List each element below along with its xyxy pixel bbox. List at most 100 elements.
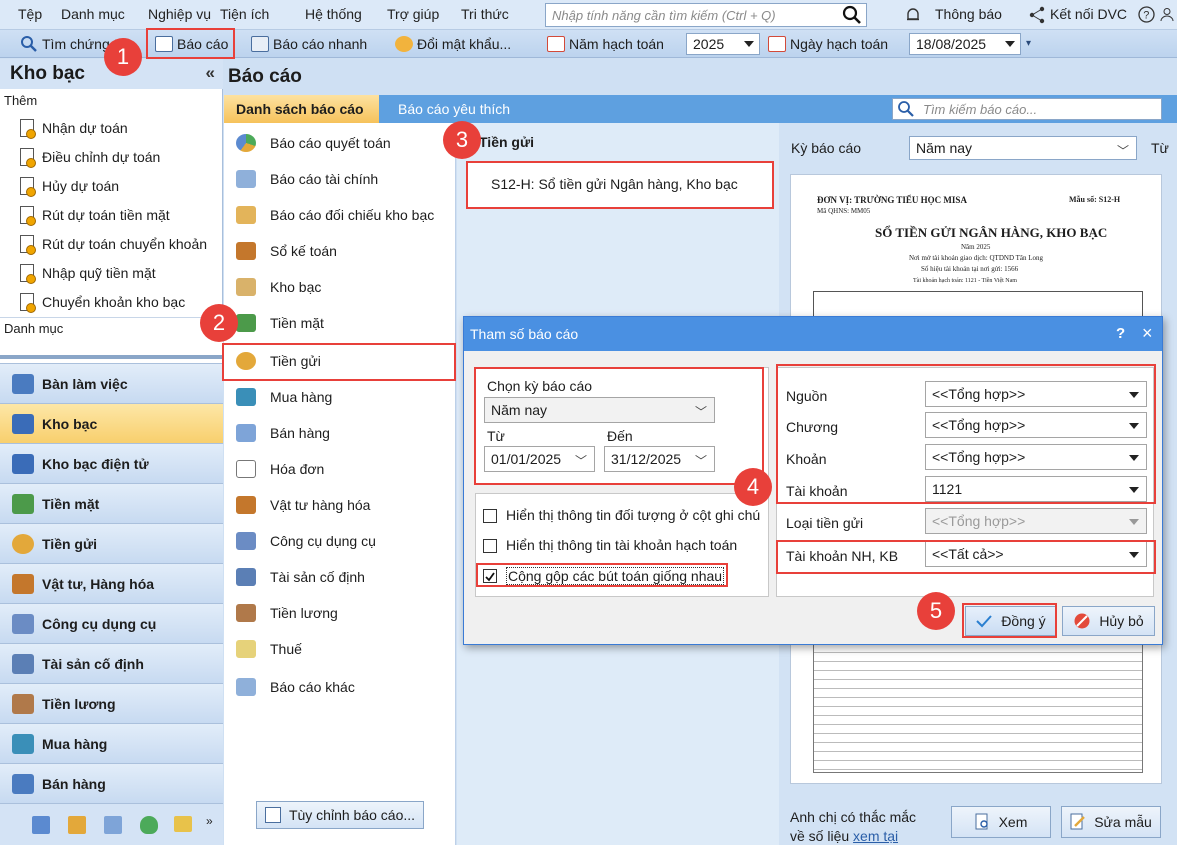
step-badge-3: 3 bbox=[443, 121, 481, 159]
report-group-other[interactable]: Báo cáo khác bbox=[236, 676, 355, 698]
report-group-label: Kho bạc bbox=[270, 279, 322, 295]
quick-report-button[interactable]: Báo cáo nhanh bbox=[251, 33, 367, 55]
feature-search-input[interactable]: Nhập tính năng cần tìm kiếm (Ctrl + Q) bbox=[545, 3, 867, 27]
report-group-tools[interactable]: Công cụ dụng cụ bbox=[236, 530, 376, 552]
highlight-merge-checkbox bbox=[476, 563, 728, 587]
nav-treasury[interactable]: Kho bạc bbox=[0, 403, 223, 443]
tab-favorite-reports[interactable]: Báo cáo yêu thích bbox=[386, 95, 522, 123]
menu-operations[interactable]: Nghiệp vụ bbox=[148, 6, 211, 22]
nav-sales[interactable]: Bán hàng bbox=[0, 763, 223, 803]
report-group-cash[interactable]: Tiền mặt bbox=[236, 312, 324, 334]
fiscal-year-value: 2025 bbox=[693, 36, 725, 52]
highlight-deposit-group bbox=[222, 343, 456, 381]
connect-dvc-link[interactable]: Kết nối DVC bbox=[1050, 6, 1127, 22]
invoice-icon[interactable] bbox=[68, 816, 86, 834]
notifications-link[interactable]: Thông báo bbox=[935, 6, 1002, 22]
shield-icon[interactable] bbox=[140, 816, 158, 834]
category-label: Danh mục bbox=[4, 321, 64, 336]
accounting-date-picker[interactable]: 18/08/2025 bbox=[909, 33, 1021, 55]
nav-label: Tiền lương bbox=[42, 695, 116, 712]
cart-icon bbox=[236, 388, 256, 406]
pie-chart-icon bbox=[236, 134, 256, 152]
calculator-icon[interactable] bbox=[32, 816, 50, 834]
quick-item-cancel-estimate[interactable]: Hủy dự toán bbox=[20, 177, 119, 197]
bank-icon bbox=[12, 414, 34, 434]
menu-file[interactable]: Tệp bbox=[18, 6, 42, 22]
quick-item-label: Rút dự toán tiền mặt bbox=[42, 207, 170, 223]
share-network-icon[interactable] bbox=[1028, 6, 1046, 24]
tab-report-list[interactable]: Danh sách báo cáo bbox=[224, 95, 379, 123]
report-group-fixed-assets[interactable]: Tài sản cố định bbox=[236, 566, 365, 588]
menu-knowledge[interactable]: Tri thức bbox=[461, 6, 509, 22]
quick-report-icon bbox=[251, 36, 269, 52]
dialog-help-icon[interactable]: ? bbox=[1116, 325, 1125, 342]
dialog-close-icon[interactable]: × bbox=[1142, 323, 1153, 344]
report-group-sales[interactable]: Bán hàng bbox=[236, 422, 330, 444]
help-link[interactable]: xem tại bbox=[853, 828, 898, 844]
report-group-tax[interactable]: Thuế bbox=[236, 638, 302, 660]
quick-item-label: Nhận dự toán bbox=[42, 120, 128, 136]
report-group-label: Tài sản cố định bbox=[270, 569, 365, 585]
cancel-button-label: Hủy bỏ bbox=[1099, 613, 1144, 629]
more-icon[interactable]: » bbox=[206, 814, 213, 828]
tax-icon bbox=[236, 640, 256, 658]
report-group-purchase[interactable]: Mua hàng bbox=[236, 386, 332, 408]
nav-goods[interactable]: Vật tư, Hàng hóa bbox=[0, 563, 223, 603]
help-circle-icon[interactable]: ? bbox=[1138, 6, 1155, 23]
report-group-goods[interactable]: Vật tư hàng hóa bbox=[236, 494, 370, 516]
mail-icon[interactable] bbox=[174, 816, 192, 832]
edit-icon[interactable] bbox=[104, 816, 122, 834]
report-group-salary[interactable]: Tiền lương bbox=[236, 602, 338, 624]
report-group-treasury[interactable]: Kho bạc bbox=[236, 276, 321, 298]
menu-category[interactable]: Danh mục bbox=[61, 6, 125, 22]
report-group-label: Tiền lương bbox=[270, 605, 338, 621]
quick-item-withdraw-transfer[interactable]: Rút dự toán chuyển khoản bbox=[20, 235, 207, 255]
search-icon[interactable] bbox=[842, 5, 862, 25]
report-group-label: Tiền mặt bbox=[270, 315, 324, 331]
nav-purchase[interactable]: Mua hàng bbox=[0, 723, 223, 763]
nav-tools[interactable]: Công cụ dụng cụ bbox=[0, 603, 223, 643]
report-group-label: Mua hàng bbox=[270, 389, 333, 405]
user-icon[interactable] bbox=[1160, 7, 1174, 21]
report-group-reconcile[interactable]: Báo cáo đối chiếu kho bạc bbox=[236, 204, 434, 226]
cancel-button[interactable]: Hủy bỏ bbox=[1062, 606, 1155, 636]
toolbar-overflow-icon[interactable]: ▾ bbox=[1026, 38, 1036, 52]
quick-item-withdraw-cash[interactable]: Rút dự toán tiền mặt bbox=[20, 206, 170, 226]
report-search-input[interactable]: Tìm kiếm báo cáo... bbox=[892, 98, 1162, 120]
nav-fixed-assets[interactable]: Tài sản cố định bbox=[0, 643, 223, 683]
nav-e-treasury[interactable]: Kho bạc điện tử bbox=[0, 443, 223, 483]
highlight-bank-account bbox=[776, 540, 1156, 574]
collapse-left-icon[interactable]: « bbox=[206, 63, 215, 83]
preview-bank: Nơi mở tài khoản giao dịch: QTDND Tân Lo… bbox=[909, 254, 1044, 262]
checkbox-show-account-label: Hiển thị thông tin tài khoản hạch toán bbox=[506, 537, 738, 553]
dialog-title: Tham số báo cáo bbox=[470, 326, 579, 342]
report-group-invoice[interactable]: Hóa đơn bbox=[236, 458, 324, 480]
magnifier-icon bbox=[21, 36, 37, 52]
checkbox-show-account[interactable] bbox=[483, 539, 497, 553]
calendar-icon bbox=[547, 36, 565, 52]
menu-system[interactable]: Hệ thống bbox=[305, 6, 362, 22]
nav-deposit[interactable]: Tiền gửi bbox=[0, 523, 223, 563]
menu-help[interactable]: Trợ giúp bbox=[387, 6, 439, 22]
bell-icon[interactable] bbox=[905, 7, 921, 23]
view-button[interactable]: Xem bbox=[951, 806, 1051, 838]
edit-template-button[interactable]: Sửa mẫu bbox=[1061, 806, 1161, 838]
customize-report-button[interactable]: Tùy chỉnh báo cáo... bbox=[256, 801, 424, 829]
report-group-financial[interactable]: Báo cáo tài chính bbox=[236, 168, 378, 190]
fiscal-year-select[interactable]: 2025 bbox=[686, 33, 760, 55]
splitter[interactable] bbox=[0, 355, 223, 359]
nav-desk[interactable]: Bàn làm việc bbox=[0, 363, 223, 403]
report-group-ledger[interactable]: Sổ kế toán bbox=[236, 240, 337, 262]
quick-item-treasury-transfer[interactable]: Chuyển khoản kho bạc bbox=[20, 293, 185, 313]
nav-label: Kho bạc bbox=[42, 415, 98, 432]
report-group-settlement[interactable]: Báo cáo quyết toán bbox=[236, 132, 391, 154]
quick-item-cash-in[interactable]: Nhập quỹ tiền mặt bbox=[20, 264, 156, 284]
change-password-button[interactable]: Đổi mật khẩu... bbox=[395, 33, 511, 55]
quick-item-receive-estimate[interactable]: Nhận dự toán bbox=[20, 119, 128, 139]
quick-item-adjust-estimate[interactable]: Điều chỉnh dự toán bbox=[20, 148, 160, 168]
nav-salary[interactable]: Tiền lương bbox=[0, 683, 223, 723]
period-select[interactable]: Năm nay ﹀ bbox=[909, 136, 1137, 160]
menu-utilities[interactable]: Tiện ích bbox=[220, 6, 269, 22]
checkbox-show-object[interactable] bbox=[483, 509, 497, 523]
nav-cash[interactable]: Tiền mặt bbox=[0, 483, 223, 523]
